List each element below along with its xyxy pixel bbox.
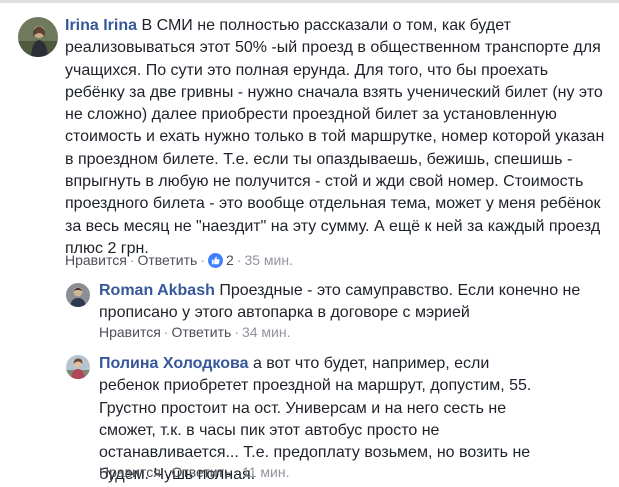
avatar-photo-icon — [18, 17, 58, 57]
separator: · — [129, 252, 135, 268]
comment-author[interactable]: Roman Akbash — [99, 282, 215, 299]
comment-time[interactable]: 11 мин. — [242, 464, 290, 480]
like-button[interactable]: Нравится — [99, 324, 161, 340]
separator: · — [236, 252, 242, 268]
reaction-summary[interactable]: 2 — [207, 252, 234, 268]
reply-button[interactable]: Ответить — [171, 324, 231, 340]
avatar-photo-icon — [66, 355, 90, 379]
avatar[interactable] — [18, 17, 58, 57]
reply-button[interactable]: Ответить — [171, 464, 231, 480]
separator: · — [200, 252, 205, 268]
avatar[interactable] — [66, 355, 90, 379]
comment-text: В СМИ не полностью рассказали о том, как… — [65, 17, 605, 257]
like-button[interactable]: Нравится — [65, 252, 127, 268]
avatar-photo-icon — [66, 283, 90, 307]
avatar[interactable] — [66, 283, 90, 307]
reply-button[interactable]: Ответить — [137, 252, 197, 268]
comment-time[interactable]: 34 мин. — [242, 324, 291, 340]
reaction-count: 2 — [225, 252, 234, 268]
separator: · — [163, 324, 169, 340]
comment-author[interactable]: Полина Холодкова — [99, 355, 248, 372]
separator: · — [234, 324, 239, 340]
top-divider — [0, 0, 619, 3]
separator: · — [163, 464, 169, 480]
comment-author[interactable]: Irina Irina — [65, 17, 137, 34]
like-button[interactable]: Нравится — [99, 464, 161, 480]
comment-time[interactable]: 35 мин. — [244, 252, 293, 268]
separator: · — [234, 464, 239, 480]
like-icon — [207, 253, 223, 268]
